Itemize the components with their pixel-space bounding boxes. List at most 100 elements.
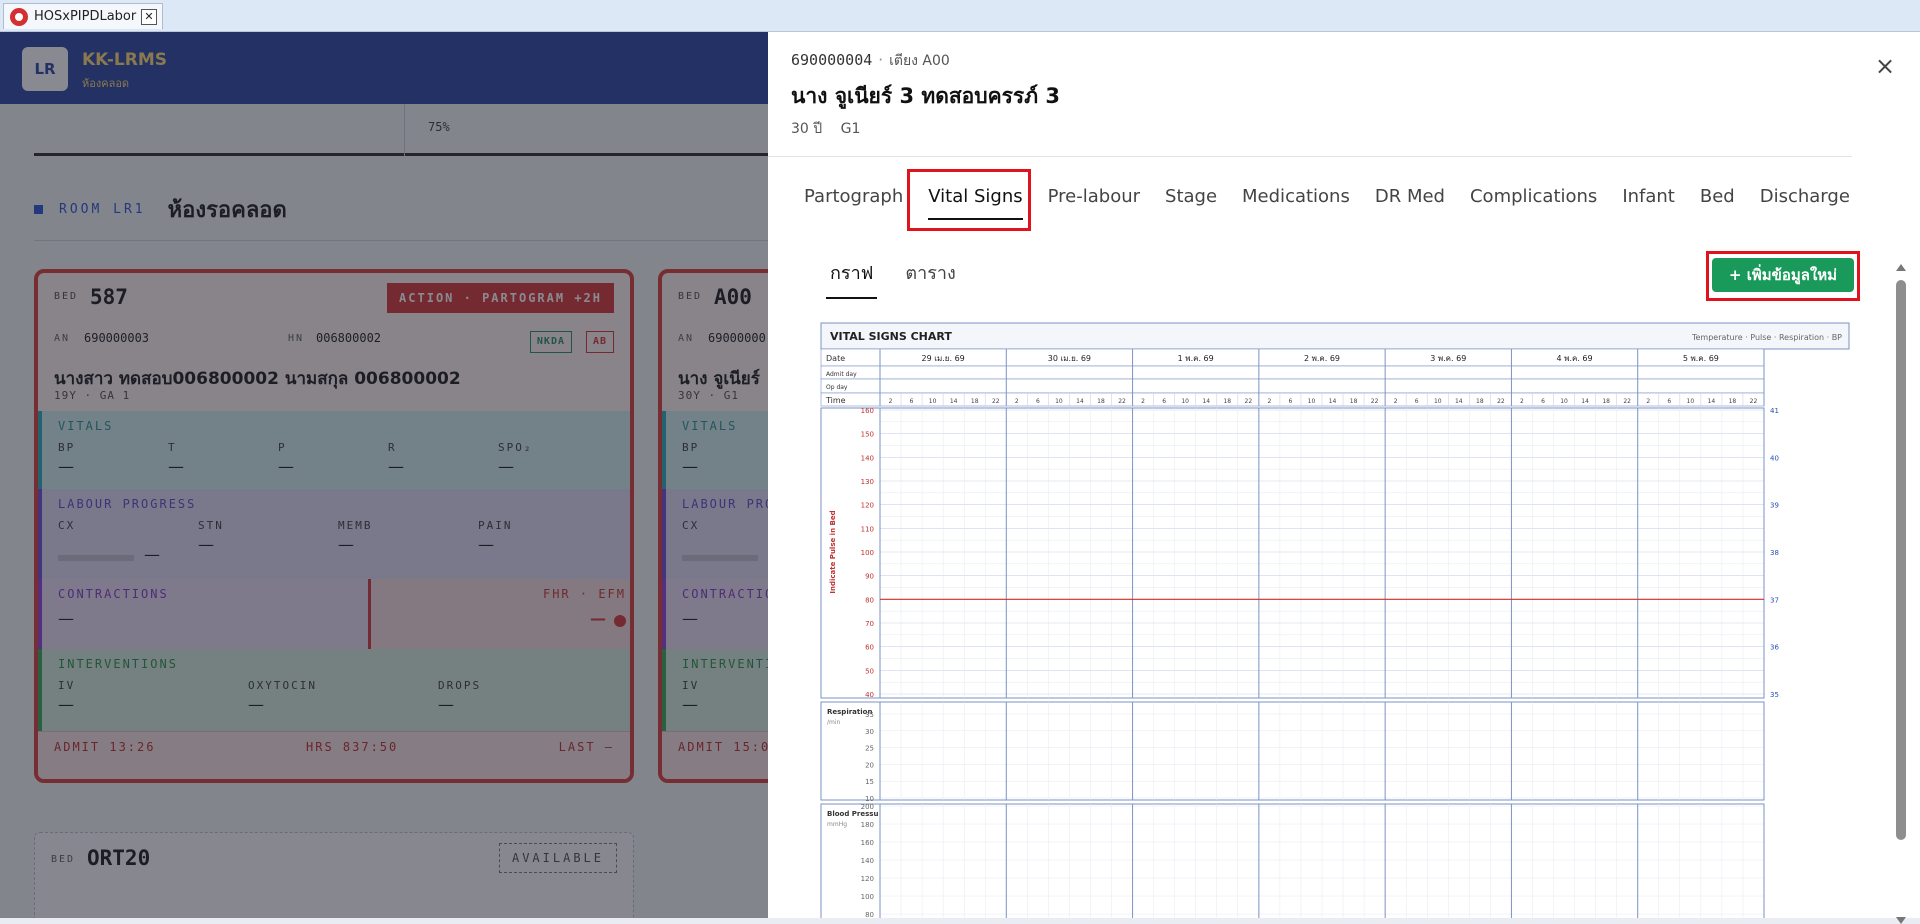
room-divider <box>34 240 768 241</box>
contractions-title: CONTRACTIO <box>682 587 768 601</box>
time-label: 6 <box>910 398 914 405</box>
close-icon[interactable]: × <box>1870 52 1900 82</box>
time-label: 10 <box>1181 398 1189 405</box>
time-label: 14 <box>1076 398 1084 405</box>
chart-legend: Temperature · Pulse · Respiration · BP <box>1691 333 1842 342</box>
vital-signs-chart: VITAL SIGNS CHART Temperature · Pulse · R… <box>820 322 1850 918</box>
tab-dr-med[interactable]: DR Med <box>1375 184 1445 220</box>
blood-pressure-panel <box>820 803 1765 918</box>
an-number: 69000000 <box>708 331 766 345</box>
tab-partograph[interactable]: Partograph <box>804 184 903 220</box>
time-label: 6 <box>1036 398 1040 405</box>
admit-time: ADMIT 15:02 <box>678 740 768 754</box>
active-tab-highlight <box>907 169 1031 231</box>
window-tab[interactable]: HOSxPIPDLabor ✕ <box>3 3 163 29</box>
time-label: 2 <box>1141 398 1145 405</box>
id-row: AN 69000000 <box>662 327 768 357</box>
tab-discharge[interactable]: Discharge <box>1760 184 1850 220</box>
close-tab-icon[interactable]: ✕ <box>141 8 157 25</box>
time-label: 6 <box>1541 398 1545 405</box>
tab-bed[interactable]: Bed <box>1700 184 1735 220</box>
labour-section: LABOUR PROG CX <box>662 489 768 579</box>
resp-tick-label: 15 <box>865 778 874 786</box>
tab-pre-labour[interactable]: Pre-labour <box>1048 184 1140 220</box>
tab-complications[interactable]: Complications <box>1470 184 1597 220</box>
scrollbar[interactable] <box>1896 264 1906 924</box>
scroll-thumb[interactable] <box>1896 280 1906 840</box>
row-divider <box>404 104 405 156</box>
patient-name: นาง จูเนียร์ 3 ทดสอบครรภ์ 3 <box>791 84 1060 108</box>
time-label: 14 <box>1455 398 1463 405</box>
date-label: 29 เม.ย. 69 <box>922 354 965 363</box>
patient-meta: 30Y · G1 <box>678 389 739 402</box>
vital-bp-value: — <box>682 457 698 476</box>
labour-cx-value: — <box>144 545 160 564</box>
respiration-panel <box>820 701 1765 801</box>
cx-progress-bar <box>682 555 758 561</box>
available-bed-card[interactable]: BED ORT20 AVAILABLE <box>34 832 634 918</box>
progress-row: 75% <box>34 104 768 156</box>
tab-stage[interactable]: Stage <box>1165 184 1217 220</box>
window-tab-title: HOSxPIPDLabor <box>34 9 137 24</box>
hn-label: HN <box>288 333 305 344</box>
bp-tick-label: 80 <box>865 911 874 918</box>
vital-spo2-value: — <box>498 457 514 476</box>
time-label: 18 <box>1476 398 1484 405</box>
fhr-panel: FHR · EFM — <box>372 579 630 649</box>
date-label: 30 เม.ย. 69 <box>1048 354 1091 363</box>
bed-card[interactable]: BED A00 AN 69000000 นาง จูเนียร์ 30Y · G… <box>658 269 768 783</box>
time-label: 18 <box>1097 398 1105 405</box>
time-label: 2 <box>1015 398 1019 405</box>
subtab-bar: กราฟ ตาราง <box>826 258 984 299</box>
time-label: 14 <box>1708 398 1716 405</box>
hn-number: 006800002 <box>316 331 382 345</box>
date-label: 1 พ.ค. 69 <box>1178 354 1214 363</box>
time-label: 6 <box>1289 398 1293 405</box>
labour-memb-label: MEMB <box>338 519 373 532</box>
progress-percent: 75% <box>428 120 450 134</box>
labour-memb-value: — <box>338 535 354 554</box>
subtab-table[interactable]: ตาราง <box>901 258 959 299</box>
bp-tick-label: 140 <box>861 857 874 865</box>
subtab-graph[interactable]: กราฟ <box>826 258 878 299</box>
action-badge[interactable]: ACTION · PARTOGRAM +2H <box>387 283 614 313</box>
scroll-down-icon[interactable] <box>1896 917 1906 924</box>
labour-stn-label: STN <box>198 519 224 532</box>
interventions-section: INTERVENTI IV — <box>662 649 768 731</box>
vitals-title: VITALS <box>58 419 114 433</box>
patient-meta: 30 ปี G1 <box>791 118 874 140</box>
pulse-tick-label: 80 <box>865 596 874 604</box>
app-header: LR KK-LRMS ห้องคลอด <box>0 32 768 104</box>
time-label: 18 <box>971 398 979 405</box>
time-label: 14 <box>1329 398 1337 405</box>
patient-drawer: 690000004 · เตียง A00 นาง จูเนียร์ 3 ทดสอบ… <box>768 32 1920 924</box>
pulse-tick-label: 40 <box>865 691 874 699</box>
scroll-up-icon[interactable] <box>1896 264 1906 271</box>
interv-oxytocin-label: OXYTOCIN <box>248 679 317 692</box>
temp-tick-label: 38 <box>1770 549 1779 557</box>
bed-card-footer: ADMIT 15:02 <box>662 731 768 779</box>
vital-signs-chart-svg: VITAL SIGNS CHART Temperature · Pulse · R… <box>820 322 1850 918</box>
pulse-tick-label: 90 <box>865 573 874 581</box>
bed-card-header: BED 587 ACTION · PARTOGRAM +2H <box>38 273 630 319</box>
tab-medications[interactable]: Medications <box>1242 184 1350 220</box>
last-update: LAST — <box>558 740 614 754</box>
bp-tick-label: 180 <box>861 821 874 829</box>
an-number: 690000003 <box>84 331 150 345</box>
time-label: 2 <box>1267 398 1271 405</box>
vital-r-value: — <box>388 457 404 476</box>
pulse-axis-label: Indicate Pulse in Bed <box>829 510 837 593</box>
header-row-label: Date <box>826 354 845 363</box>
fhr-title: FHR · EFM <box>542 587 626 601</box>
bed-card[interactable]: BED 587 ACTION · PARTOGRAM +2H AN 690000… <box>34 269 634 783</box>
time-label: 10 <box>1560 398 1568 405</box>
pulse-tick-label: 160 <box>861 407 874 415</box>
time-label: 18 <box>1729 398 1737 405</box>
tab-infant[interactable]: Infant <box>1622 184 1675 220</box>
time-label: 2 <box>1394 398 1398 405</box>
time-label: 10 <box>1434 398 1442 405</box>
date-label: 3 พ.ค. 69 <box>1430 354 1466 363</box>
vitals-section: VITALS BP T P R SPO₂ — — — — — <box>38 411 630 489</box>
hours-elapsed: HRS 837:50 <box>306 740 399 754</box>
background-app: LR KK-LRMS ห้องคลอด 75% ROOM LR1 ห้องรอค… <box>0 32 768 918</box>
